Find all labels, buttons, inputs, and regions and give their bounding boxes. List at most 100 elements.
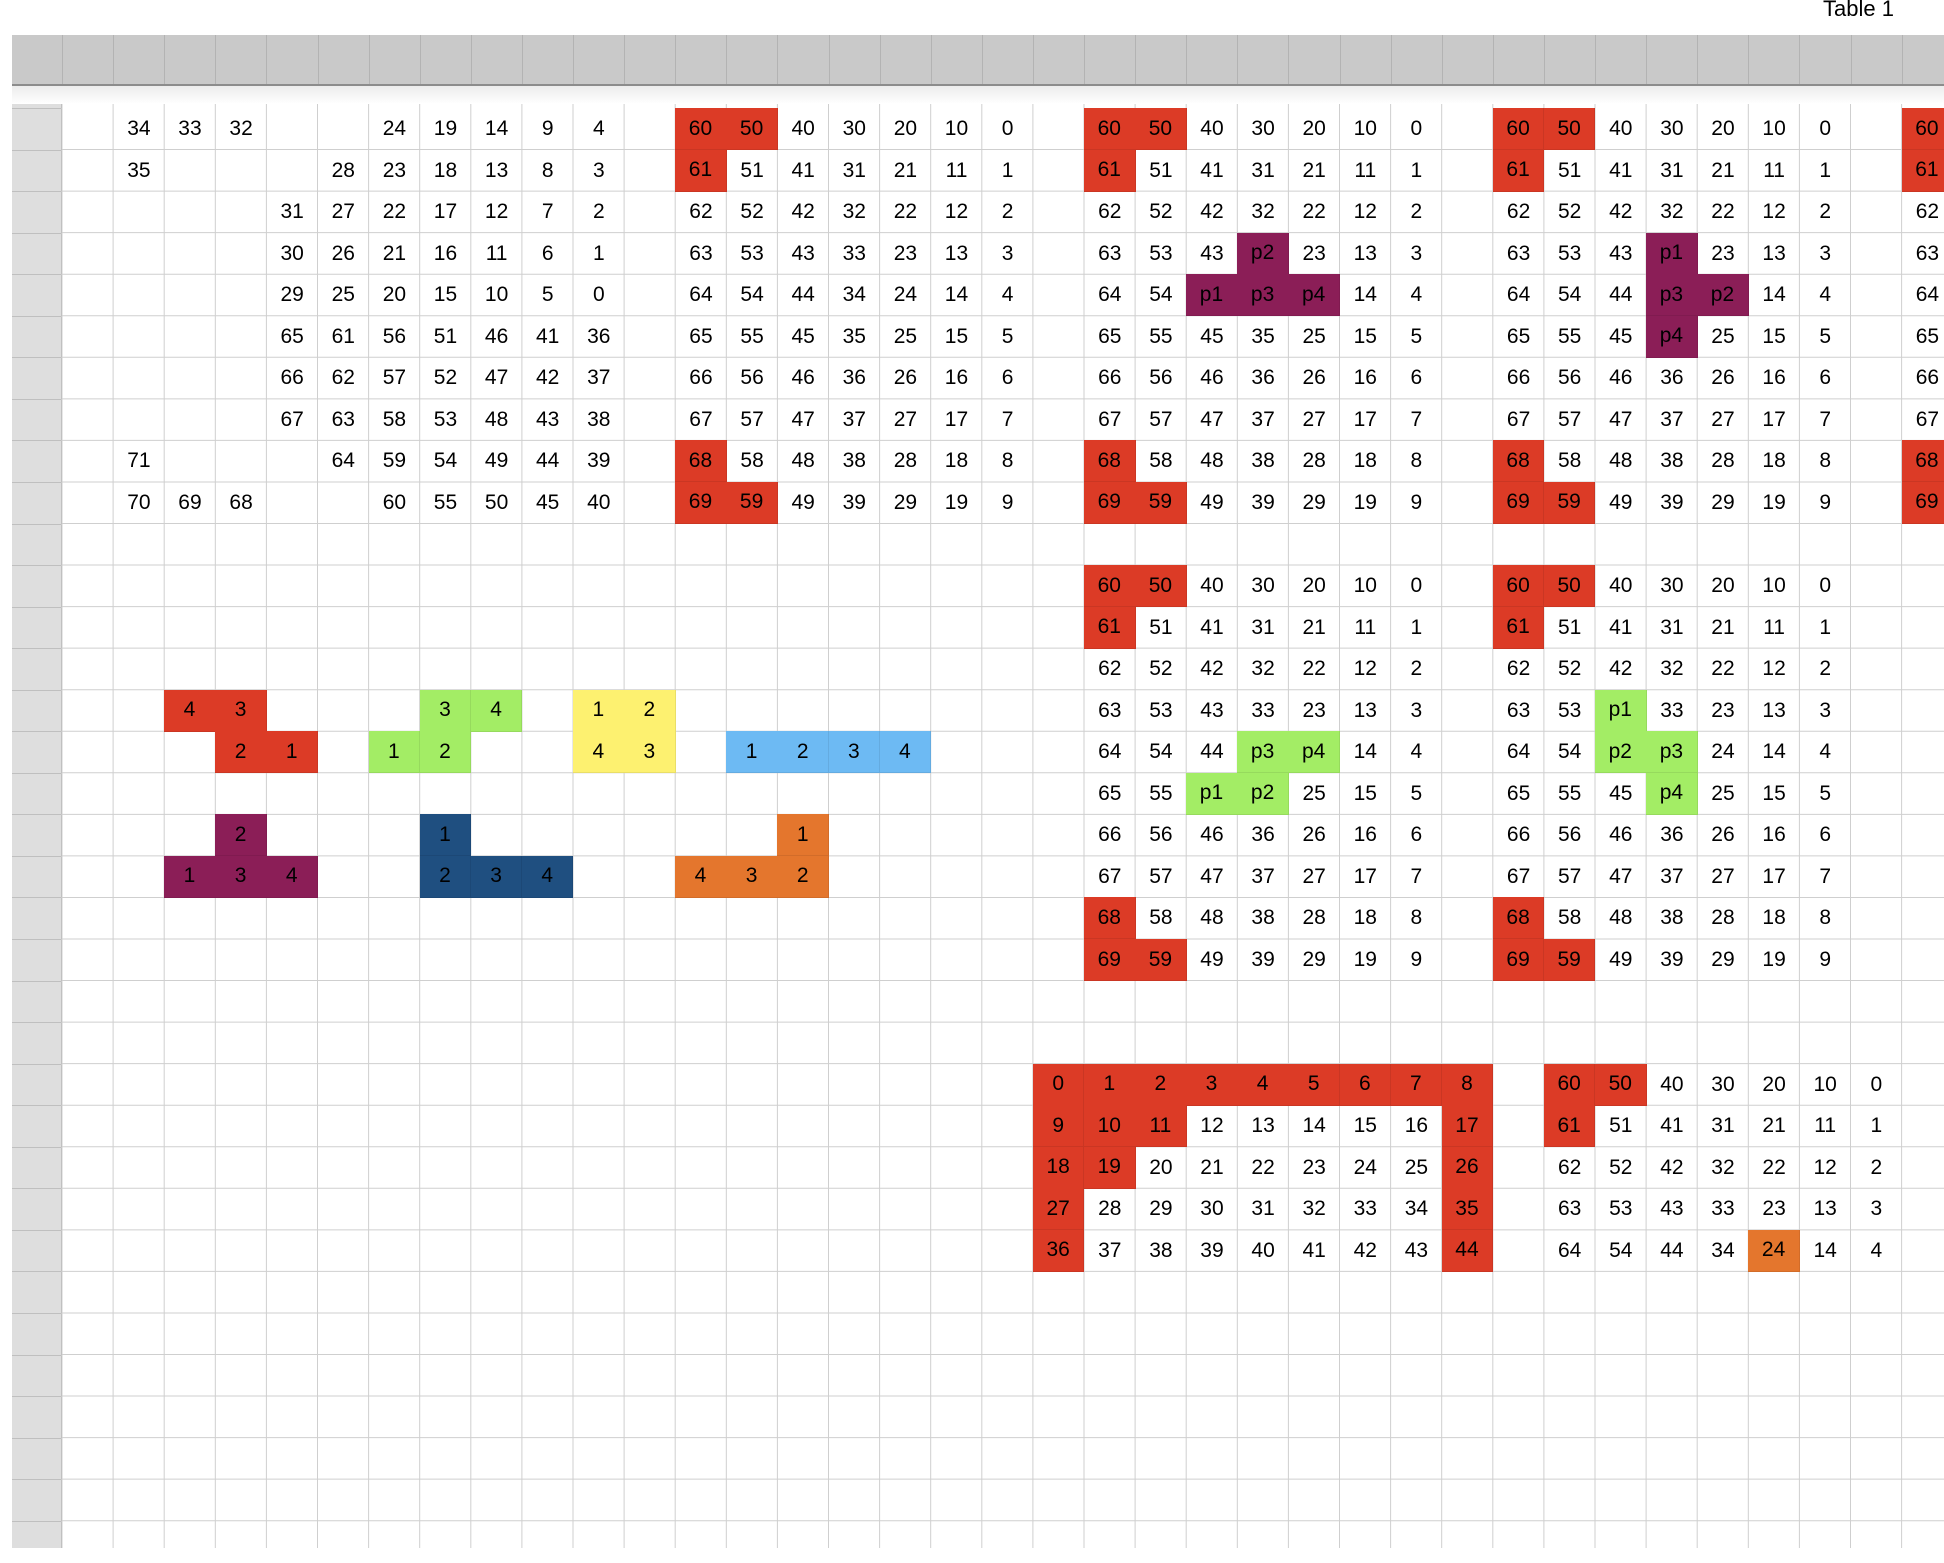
cell[interactable]: 5 [982, 316, 1034, 358]
cell[interactable]: 65 [266, 316, 318, 358]
cell[interactable]: 51 [1135, 607, 1187, 649]
cell[interactable]: 42 [522, 357, 574, 399]
cell[interactable]: 64 [1084, 274, 1136, 316]
cell-highlighted-green[interactable]: p4 [1288, 731, 1340, 774]
cell[interactable]: 21 [369, 233, 421, 275]
cell-highlighted-red[interactable]: 2 [1135, 1063, 1187, 1106]
cell-highlighted-orange[interactable]: 1 [777, 814, 829, 857]
cell[interactable]: 38 [829, 440, 881, 482]
cell[interactable]: 59 [369, 440, 421, 482]
cell[interactable]: 10 [1799, 1064, 1851, 1106]
cell[interactable]: 20 [1697, 108, 1749, 150]
cell[interactable]: 42 [1646, 1147, 1698, 1189]
cell[interactable]: 71 [113, 440, 165, 482]
cell[interactable]: 58 [1544, 897, 1596, 939]
cell[interactable]: 19 [1340, 939, 1392, 981]
cell[interactable]: 42 [777, 191, 829, 233]
cell[interactable]: 1 [1391, 607, 1443, 649]
cell[interactable]: 9 [1799, 939, 1851, 981]
cell[interactable]: 41 [1186, 150, 1238, 192]
cell[interactable]: 22 [369, 191, 421, 233]
cell[interactable]: 35 [1237, 316, 1289, 358]
cell-highlighted-navy[interactable]: 4 [521, 855, 574, 898]
cell-highlighted-red[interactable]: 61 [1492, 606, 1545, 649]
cell[interactable]: 10 [931, 108, 983, 150]
cell[interactable]: 16 [1391, 1105, 1443, 1147]
cell[interactable]: 20 [1288, 565, 1340, 607]
cell[interactable]: 64 [675, 274, 727, 316]
cell-highlighted-red[interactable]: 59 [1135, 481, 1187, 524]
cell[interactable]: 17 [931, 399, 983, 441]
cell-highlighted-red[interactable]: 60 [675, 108, 727, 151]
cell[interactable]: 55 [1135, 316, 1187, 358]
cell[interactable]: 32 [829, 191, 881, 233]
cell[interactable]: 13 [1340, 690, 1392, 732]
cell-highlighted-red[interactable]: 1 [266, 731, 318, 774]
cell[interactable]: 42 [1340, 1230, 1392, 1272]
cell[interactable]: 33 [829, 233, 881, 275]
cell-highlighted-red[interactable]: 68 [675, 440, 727, 483]
cell-highlighted-red[interactable]: 6 [1339, 1063, 1392, 1106]
cell[interactable]: 13 [1748, 233, 1800, 275]
cell-highlighted-red[interactable]: 68 [1084, 440, 1136, 483]
cell-highlighted-blue[interactable]: 2 [777, 731, 829, 774]
cell[interactable]: 16 [1340, 357, 1392, 399]
cell[interactable]: 2 [1391, 648, 1443, 690]
cell[interactable]: 1 [1799, 150, 1851, 192]
cell[interactable]: 47 [1186, 399, 1238, 441]
cell[interactable]: 62 [1544, 1147, 1596, 1189]
cell[interactable]: 10 [1340, 108, 1392, 150]
cell[interactable]: 55 [420, 482, 472, 524]
cell[interactable]: 61 [318, 316, 370, 358]
cell-highlighted-red[interactable]: 50 [1543, 565, 1596, 608]
cell-highlighted-blue[interactable]: 4 [879, 731, 932, 774]
cell[interactable]: 16 [1340, 814, 1392, 856]
cell[interactable]: 10 [471, 274, 523, 316]
cell[interactable]: 3 [1851, 1188, 1903, 1230]
cell[interactable]: 34 [113, 108, 165, 150]
cell[interactable]: 24 [880, 274, 932, 316]
cell[interactable]: 51 [1135, 150, 1187, 192]
cell-highlighted-red[interactable]: 17 [1441, 1105, 1494, 1148]
cell[interactable]: 22 [1288, 191, 1340, 233]
cell[interactable]: 36 [1237, 357, 1289, 399]
cell[interactable]: 64 [1084, 731, 1136, 773]
cell[interactable]: 49 [1595, 939, 1647, 981]
cell-highlighted-green[interactable]: p2 [1237, 772, 1289, 815]
cell[interactable]: 20 [1748, 1064, 1800, 1106]
cell[interactable]: 21 [1697, 607, 1749, 649]
cell[interactable]: 31 [1697, 1105, 1749, 1147]
cell[interactable]: 10 [1748, 565, 1800, 607]
cell-highlighted-yellow[interactable]: 1 [573, 689, 625, 732]
cell[interactable]: 34 [1697, 1230, 1749, 1272]
cell-highlighted-red[interactable]: 50 [1543, 108, 1596, 151]
cell-highlighted-red[interactable]: 68 [1084, 897, 1136, 940]
cell[interactable]: 23 [1288, 690, 1340, 732]
cell[interactable]: 3 [1799, 233, 1851, 275]
cell[interactable]: 67 [266, 399, 318, 441]
cell[interactable]: 27 [1697, 856, 1749, 898]
cell[interactable]: 27 [1288, 399, 1340, 441]
cell-highlighted-red[interactable]: 60 [1084, 565, 1136, 608]
cell[interactable]: 12 [471, 191, 523, 233]
cell[interactable]: 0 [1851, 1064, 1903, 1106]
cell[interactable]: 29 [1288, 939, 1340, 981]
cell[interactable]: 11 [1340, 150, 1392, 192]
cell-highlighted-green[interactable]: 4 [470, 689, 523, 732]
cell[interactable]: 23 [1288, 1147, 1340, 1189]
cell[interactable]: 53 [1544, 690, 1596, 732]
cell[interactable]: 53 [726, 233, 778, 275]
cell[interactable]: 44 [522, 440, 574, 482]
cell-highlighted-red[interactable]: 69 [675, 481, 727, 524]
cell[interactable]: 25 [318, 274, 370, 316]
cell[interactable]: 62 [1084, 648, 1136, 690]
cell-highlighted-red[interactable]: 4 [1237, 1063, 1289, 1106]
cell[interactable]: 70 [113, 482, 165, 524]
cell[interactable]: 55 [1544, 773, 1596, 815]
cell[interactable]: 36 [1646, 814, 1698, 856]
cell[interactable]: 2 [1851, 1147, 1903, 1189]
cell[interactable]: 28 [1697, 897, 1749, 939]
cell-highlighted-red[interactable]: 68 [1492, 440, 1545, 483]
cell[interactable]: 38 [1135, 1230, 1187, 1272]
cell[interactable]: 54 [726, 274, 778, 316]
